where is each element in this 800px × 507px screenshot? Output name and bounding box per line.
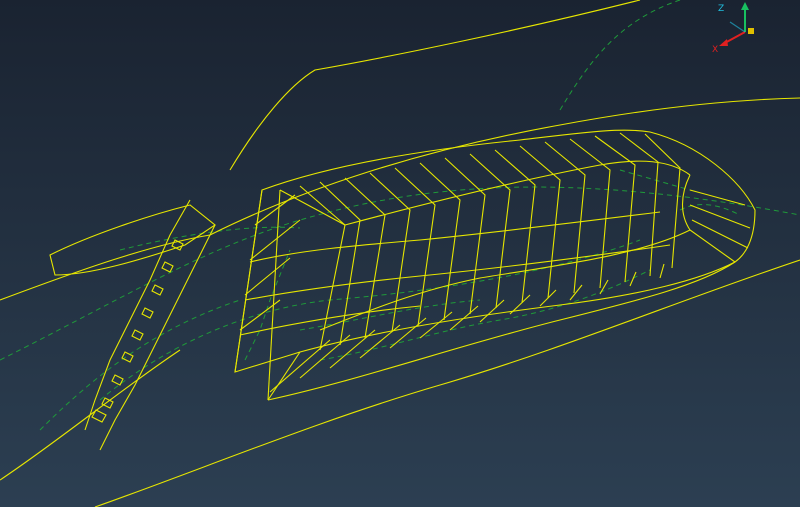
z-axis-label: Z (718, 4, 724, 14)
x-axis-label: X (712, 45, 718, 55)
cad-viewport[interactable]: Z X (0, 0, 800, 507)
y-axis-arrow (729, 21, 746, 33)
axis-triad[interactable]: Z X (700, 0, 770, 60)
wireframe-model[interactable] (0, 0, 800, 507)
x-axis-arrow (719, 31, 746, 46)
triad-origin (748, 28, 754, 34)
visible-edges (0, 0, 800, 507)
z-axis-arrow (741, 2, 749, 32)
mesh-elements (234, 132, 751, 401)
